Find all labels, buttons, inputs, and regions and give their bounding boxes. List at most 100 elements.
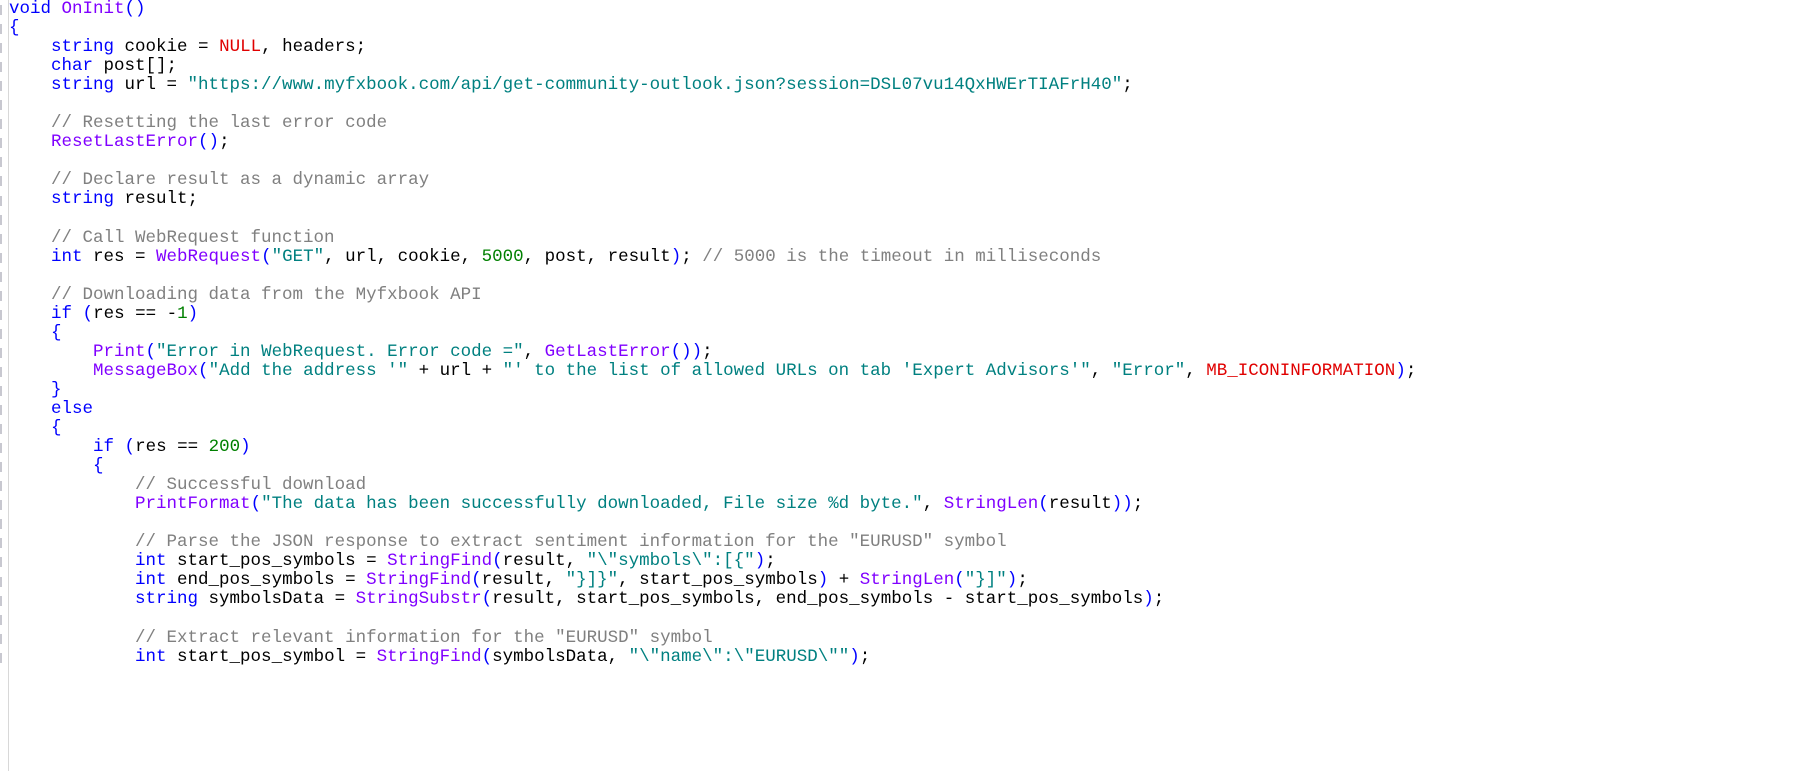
code-token: "}]}" xyxy=(565,570,619,591)
code-token: "https://www.myfxbook.com/api/get-commun… xyxy=(187,75,1123,96)
code-token: post[]; xyxy=(93,56,178,77)
code-line[interactable]: ResetLastError(); xyxy=(9,133,1813,152)
code-line[interactable]: // Declare result as a dynamic array xyxy=(9,171,1813,190)
line-marker xyxy=(0,366,2,377)
code-token: StringSubstr xyxy=(355,589,482,610)
code-line[interactable]: // Successful download xyxy=(9,476,1813,495)
code-token: ResetLastError xyxy=(51,132,199,153)
code-editor[interactable]: void OnInit(){ string cookie = NULL, hea… xyxy=(9,0,1813,667)
code-line[interactable] xyxy=(9,152,1813,171)
code-token: ) xyxy=(1006,570,1018,591)
code-line[interactable] xyxy=(9,267,1813,286)
line-marker xyxy=(0,24,2,35)
code-token: "GET" xyxy=(271,246,325,267)
code-line[interactable]: Print("Error in WebRequest. Error code =… xyxy=(9,341,1813,362)
code-line[interactable]: string result; xyxy=(9,190,1813,209)
line-marker xyxy=(0,214,2,225)
code-line[interactable]: int end_pos_symbols = StringFind(result,… xyxy=(9,571,1813,590)
code-line[interactable]: int start_pos_symbol = StringFind(symbol… xyxy=(9,646,1813,667)
code-line[interactable] xyxy=(9,95,1813,114)
code-token: ; xyxy=(219,132,230,153)
code-token: int xyxy=(135,570,167,591)
line-marker xyxy=(0,81,2,92)
code-line[interactable]: string url = "https://www.myfxbook.com/a… xyxy=(9,76,1813,95)
code-token: ) xyxy=(187,303,199,324)
code-line[interactable]: if (res == -1) xyxy=(9,303,1813,324)
code-line[interactable]: string symbolsData = StringSubstr(result… xyxy=(9,590,1813,609)
code-line[interactable]: MessageBox("Add the address '" + url + "… xyxy=(9,360,1813,381)
code-token: string xyxy=(51,189,115,210)
code-line[interactable]: else xyxy=(9,399,1813,419)
code-line[interactable]: if (res == 200) xyxy=(9,438,1813,457)
code-line[interactable]: // Resetting the last error code xyxy=(9,114,1813,133)
code-token: , headers; xyxy=(261,37,367,58)
code-line[interactable]: // Downloading data from the Myfxbook AP… xyxy=(9,284,1813,305)
line-marker xyxy=(0,443,2,454)
code-line[interactable]: // Parse the JSON response to extract se… xyxy=(9,533,1813,552)
code-line[interactable]: char post[]; xyxy=(9,57,1813,76)
code-token: result, xyxy=(481,570,566,591)
code-token: // Resetting the last error code xyxy=(51,113,388,134)
code-line[interactable] xyxy=(9,210,1813,229)
code-line[interactable]: } xyxy=(9,380,1813,400)
code-token: ( xyxy=(471,570,482,591)
code-line[interactable]: void OnInit() xyxy=(9,0,1813,19)
code-line[interactable]: { xyxy=(9,419,1813,438)
code-token: "The data has been successfully download… xyxy=(261,494,923,515)
code-token: StringFind xyxy=(376,646,482,667)
code-token: OnInit xyxy=(61,0,125,19)
code-line[interactable]: { xyxy=(9,457,1813,476)
code-token: 200 xyxy=(208,437,241,458)
code-token: "' to the list of allowed URLs on tab 'E… xyxy=(502,360,1091,381)
code-token: string xyxy=(135,589,199,610)
code-line[interactable]: { xyxy=(9,323,1813,343)
code-line[interactable]: string cookie = NULL, headers; xyxy=(9,38,1813,57)
code-line[interactable]: // Extract relevant information for the … xyxy=(9,628,1813,648)
code-token: start_pos_symbol = xyxy=(166,646,377,667)
code-token: , xyxy=(523,341,545,362)
code-token: string xyxy=(51,75,115,96)
code-token: start_pos_symbols = xyxy=(166,551,388,572)
code-token: "Add the address '" xyxy=(208,360,409,381)
line-marker xyxy=(0,519,2,530)
code-line[interactable] xyxy=(9,514,1813,533)
code-token: ) xyxy=(1143,589,1154,610)
code-token: ( xyxy=(954,570,965,591)
code-token: // Declare result as a dynamic array xyxy=(51,170,430,191)
line-marker xyxy=(0,633,2,644)
line-marker xyxy=(0,195,2,206)
code-token: , post, result xyxy=(523,246,671,267)
code-token: 1 xyxy=(177,303,188,324)
code-token: // Downloading data from the Myfxbook AP… xyxy=(51,284,482,305)
line-marker xyxy=(0,576,2,587)
code-line[interactable]: PrintFormat("The data has been successfu… xyxy=(9,495,1813,514)
code-token: res == xyxy=(135,437,209,458)
code-token: ) xyxy=(240,437,251,458)
line-marker xyxy=(0,290,2,301)
code-line[interactable] xyxy=(9,610,1813,629)
line-marker xyxy=(0,43,2,54)
code-line[interactable]: int start_pos_symbols = StringFind(resul… xyxy=(9,552,1813,571)
code-line[interactable]: // Call WebRequest function xyxy=(9,228,1813,248)
code-line[interactable]: { xyxy=(9,19,1813,38)
code-token: ; xyxy=(681,246,703,267)
code-token: end_pos_symbols = xyxy=(166,570,367,591)
code-line[interactable]: int res = WebRequest("GET", url, cookie,… xyxy=(9,246,1813,267)
code-token: PrintFormat xyxy=(135,494,251,515)
